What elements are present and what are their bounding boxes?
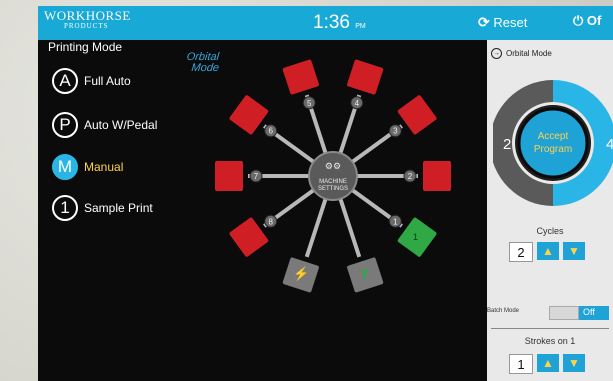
settings-label-1: MACHINE bbox=[319, 179, 347, 185]
chevron-up-icon: ▲ bbox=[542, 356, 554, 370]
mode-label: Sample Print bbox=[84, 201, 153, 215]
toggle-knob bbox=[549, 306, 579, 320]
settings-gear-icon: ⚙⚙ bbox=[325, 161, 341, 171]
station-number: 8 bbox=[268, 217, 273, 226]
divider bbox=[491, 328, 609, 329]
batch-mode-value: Off bbox=[583, 307, 595, 317]
flash-icon: ⚡ bbox=[293, 266, 309, 282]
station-number: 4 bbox=[355, 99, 360, 108]
chevron-down-icon: ▼ bbox=[568, 356, 580, 370]
cycles-down-button[interactable]: ▼ bbox=[563, 242, 585, 260]
pallet-station[interactable] bbox=[347, 59, 384, 95]
mode-label: Full Auto bbox=[84, 74, 131, 88]
power-label: Of bbox=[586, 13, 602, 28]
pallet-station[interactable] bbox=[229, 95, 269, 136]
batch-mode-label: Batch Mode bbox=[487, 308, 520, 314]
pallet bbox=[215, 161, 243, 191]
cycles-label: Cycles bbox=[536, 226, 564, 236]
pallet-station[interactable] bbox=[229, 217, 269, 258]
station-number: 3 bbox=[393, 127, 398, 136]
pallet bbox=[397, 95, 437, 135]
chevron-down-icon: ▼ bbox=[568, 244, 580, 258]
strokes-value[interactable]: 1 bbox=[509, 354, 533, 374]
orbital-mode-title: Orbital Mode bbox=[506, 49, 552, 58]
top-bar: WORKHORSE PRODUCTS 1:36 PM ⟳ Reset ⏻ Of bbox=[38, 6, 613, 40]
accept-label-1: Accept bbox=[538, 131, 569, 142]
strokes-down-button[interactable]: ▼ bbox=[563, 354, 585, 372]
pallet-station[interactable] bbox=[397, 95, 437, 136]
batch-mode-row: Batch Mode Off bbox=[487, 305, 613, 321]
cycles-value[interactable]: 2 bbox=[509, 242, 533, 262]
accept-program-button[interactable] bbox=[517, 107, 589, 179]
mode-full-auto[interactable]: A Full Auto bbox=[52, 68, 131, 94]
reset-button[interactable]: ⟳ Reset bbox=[478, 14, 527, 31]
mode-key: 1 bbox=[52, 195, 78, 221]
program-gauge: Accept Program 2 4 bbox=[493, 80, 613, 206]
arrow-right-icon: → bbox=[491, 48, 502, 59]
cycles-up-button[interactable]: ▲ bbox=[537, 242, 559, 260]
clock-ampm: PM bbox=[355, 23, 366, 30]
mode-key: P bbox=[52, 112, 78, 138]
gauge-right-value: 4 bbox=[606, 136, 613, 153]
machine-screen: WORKHORSE PRODUCTS 1:36 PM ⟳ Reset ⏻ Of … bbox=[38, 6, 613, 381]
pallet bbox=[282, 59, 319, 95]
power-icon: ⏻ bbox=[573, 13, 584, 28]
mode-key: A bbox=[52, 68, 78, 94]
machine-settings-button[interactable] bbox=[308, 151, 358, 201]
strokes-row: 1 ▲ ▼ bbox=[509, 354, 585, 374]
accept-label-2: Program bbox=[534, 144, 572, 155]
brand-logo: WORKHORSE PRODUCTS bbox=[44, 9, 131, 32]
up-arrow-icon: ⬆ bbox=[359, 266, 370, 281]
station-number: 6 bbox=[268, 127, 273, 136]
station-number: 5 bbox=[307, 99, 312, 108]
pallet bbox=[229, 217, 269, 257]
reset-icon: ⟳ bbox=[478, 14, 490, 30]
batch-mode-toggle[interactable]: Off bbox=[549, 306, 609, 320]
orbital-mode-header[interactable]: → Orbital Mode bbox=[491, 48, 552, 59]
pallet-station[interactable] bbox=[423, 161, 451, 191]
mode-auto-pedal[interactable]: P Auto W/Pedal bbox=[52, 112, 157, 138]
press-wheel: 5 4 3 2 1 1 ⬆ ⚡ 8 7 6 ⚙⚙ MACHINE SETTINGS bbox=[215, 59, 451, 293]
clock-time: 1:36 bbox=[313, 12, 350, 33]
mode-label: Manual bbox=[84, 160, 124, 174]
pallet bbox=[347, 59, 384, 95]
strokes-up-button[interactable]: ▲ bbox=[537, 354, 559, 372]
strokes-label: Strokes on 1 bbox=[524, 336, 576, 346]
settings-label-2: SETTINGS bbox=[318, 186, 348, 192]
station-number: 1 bbox=[393, 217, 398, 226]
station-number: 2 bbox=[408, 172, 413, 181]
reset-label: Reset bbox=[493, 15, 528, 30]
gauge-left-value: 2 bbox=[503, 136, 511, 153]
cycles-row: 2 ▲ ▼ bbox=[509, 242, 585, 262]
pallet-station[interactable] bbox=[215, 161, 243, 191]
active-station-label: 1 bbox=[413, 232, 418, 242]
station-number: 7 bbox=[254, 172, 259, 181]
mode-manual[interactable]: M Manual bbox=[52, 154, 123, 180]
mode-key: M bbox=[52, 154, 78, 180]
pallet bbox=[229, 95, 269, 135]
printing-mode-title: Printing Mode bbox=[48, 40, 123, 54]
chevron-up-icon: ▲ bbox=[542, 244, 554, 258]
clock: 1:36 PM bbox=[313, 12, 366, 34]
mode-label: Auto W/Pedal bbox=[84, 118, 158, 132]
power-button[interactable]: ⏻ Of bbox=[573, 13, 601, 29]
pallet-station[interactable] bbox=[282, 59, 319, 95]
right-panel: → Orbital Mode Accept Program 2 4 Cycles… bbox=[487, 40, 613, 381]
pallet bbox=[423, 161, 451, 191]
mode-sample-print[interactable]: 1 Sample Print bbox=[52, 195, 153, 221]
